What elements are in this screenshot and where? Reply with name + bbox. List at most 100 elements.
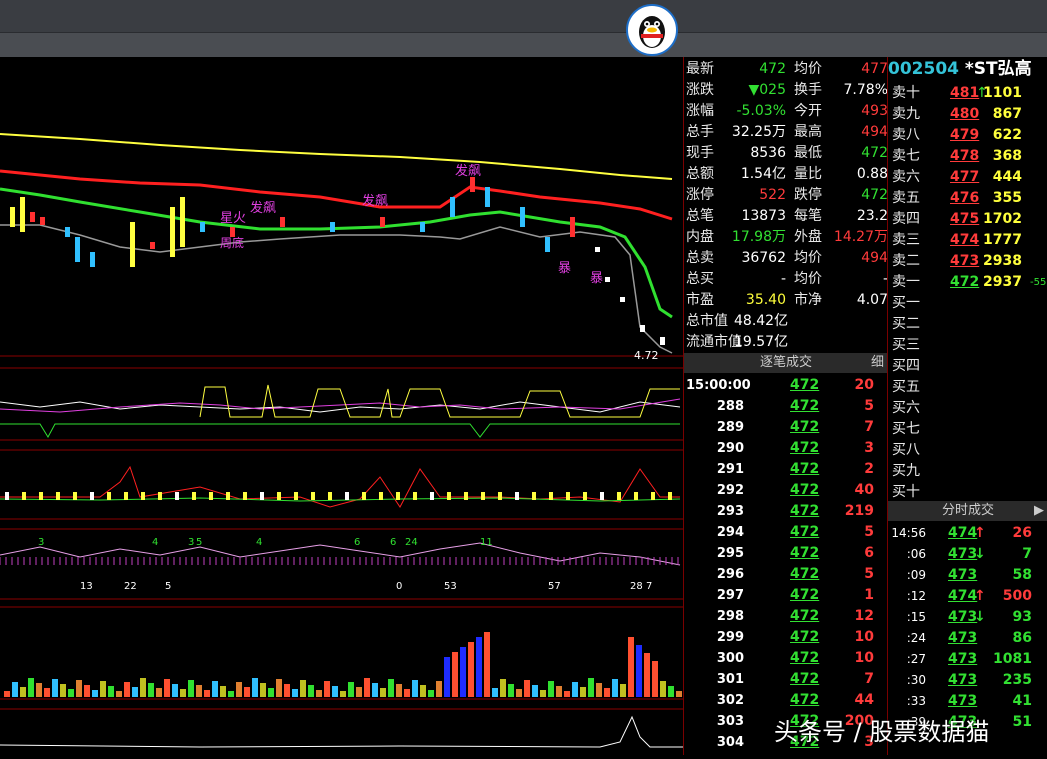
- p4-num: 3: [38, 537, 44, 548]
- minute-volume: 235: [1002, 672, 1032, 688]
- quote-value: 17.98万: [731, 229, 786, 245]
- p4-num: 53: [444, 581, 457, 592]
- p4-num: 7: [646, 581, 652, 592]
- indicator2-white-line: [0, 401, 681, 413]
- tick-volume: 10: [854, 650, 874, 666]
- ask-price: 473: [950, 253, 980, 269]
- volume-bar: [108, 686, 114, 697]
- minute-time: :27: [906, 652, 926, 666]
- volume-bar: [372, 683, 378, 697]
- tick-row: 291 472 2: [686, 459, 886, 480]
- volume-bar: [92, 690, 98, 697]
- quote-value: 35.40: [745, 292, 786, 308]
- quote-value2: 493: [861, 103, 888, 119]
- bid-row: 买三: [892, 335, 1047, 356]
- p4-num: 24: [405, 537, 418, 548]
- tick-price: 472: [790, 587, 820, 603]
- volume-bar: [52, 679, 58, 697]
- stock-name: *ST弘高: [964, 59, 1032, 79]
- candle: [380, 217, 385, 227]
- quote-row: 总卖 36762 均价 494: [686, 248, 888, 269]
- quote-value2: 7.78%: [843, 82, 888, 98]
- quote-label: 最新: [686, 61, 714, 77]
- candle: [330, 222, 335, 232]
- volume-bar: [412, 680, 418, 697]
- annotation-fabiao-2: 发飙: [250, 200, 276, 216]
- candle: [280, 217, 285, 227]
- quote-label: 总卖: [686, 250, 714, 266]
- volume-bar: [236, 682, 242, 697]
- kline-chart-area[interactable]: 发飙 星火 发飙 发飙 周底 暴 暴 4.72 3 4 3 5 4 6 6 24…: [0, 57, 683, 755]
- indicator3-red-line: [0, 465, 680, 508]
- ask-label: 卖五: [892, 190, 920, 206]
- annotation-fabiao-3: 发飙: [362, 193, 388, 209]
- ask-label: 卖十: [892, 85, 920, 101]
- candle: [450, 197, 455, 217]
- tick-price: 472: [790, 671, 820, 687]
- minute-row: :27 473 1081: [890, 649, 1046, 670]
- tick-row: 293 472 219: [686, 501, 886, 522]
- expand-arrow-icon[interactable]: ▶: [1034, 501, 1044, 521]
- indicator3-bar: [5, 492, 9, 500]
- quote-value: 1.54亿: [740, 166, 786, 182]
- tick-time: 302: [716, 693, 744, 708]
- minute-volume: 26: [1012, 525, 1032, 541]
- volume-bar: [452, 652, 458, 697]
- volume-bar: [140, 678, 146, 697]
- tick-price: 472: [790, 692, 820, 708]
- toolbar-strip: [0, 32, 1047, 57]
- volume-bar: [356, 687, 362, 697]
- qq-penguin-logo[interactable]: [626, 4, 678, 56]
- tick-price: 472: [790, 503, 820, 519]
- volume-bar: [548, 681, 554, 697]
- volume-bar: [348, 682, 354, 697]
- tick-price: 472: [790, 377, 820, 393]
- volume-bar: [404, 689, 410, 697]
- quote-label2: 每笔: [794, 208, 822, 224]
- bid-row: 买二: [892, 314, 1047, 335]
- indicator3-bar: [481, 492, 485, 500]
- candle: [30, 212, 35, 222]
- tick-time: 304: [716, 735, 744, 750]
- quote-label2: 今开: [794, 103, 822, 119]
- volume-bar: [612, 679, 618, 697]
- minute-price: 473: [948, 630, 978, 646]
- up-arrow-icon: ↑: [974, 588, 986, 604]
- ask-price: 472: [950, 274, 980, 290]
- kline-chart[interactable]: 发飙 星火 发飙 发飙 周底 暴 暴 4.72 3 4 3 5 4 6 6 24…: [0, 57, 683, 755]
- indicator3-bar: [379, 492, 383, 500]
- volume-bar: [148, 683, 154, 697]
- indicator3-bar: [549, 492, 553, 500]
- bid-label: 买四: [892, 358, 920, 374]
- p4-num: 28: [630, 581, 643, 592]
- tick-trade-header[interactable]: 逐笔成交 细: [684, 353, 888, 373]
- volume-bar: [124, 682, 130, 697]
- volume-bar: [420, 685, 426, 697]
- p4-num: 3: [188, 537, 194, 548]
- indicator3-bar: [39, 492, 43, 500]
- ask-price: 475: [950, 211, 980, 227]
- minute-trade-header[interactable]: 分时成交 ▶: [888, 501, 1047, 521]
- quote-label: 内盘: [686, 229, 714, 245]
- tick-row: 297 472 1: [686, 585, 886, 606]
- tick-volume: 5: [864, 566, 874, 582]
- volume-bar: [220, 686, 226, 697]
- candle: [75, 237, 80, 262]
- p4-num: 22: [124, 581, 137, 592]
- top-toolbar: [0, 0, 1047, 57]
- tick-time: 298: [716, 609, 744, 624]
- minute-volume: 7: [1022, 546, 1032, 562]
- candle: [90, 252, 95, 267]
- volume-bar: [604, 688, 610, 697]
- volume-bar: [644, 653, 650, 697]
- volume-bar: [332, 686, 338, 697]
- detail-button[interactable]: 细: [871, 353, 884, 373]
- minute-row: :30 473 235: [890, 670, 1046, 691]
- indicator3-bar: [107, 492, 111, 500]
- ask-row: 卖三 474 1777: [892, 230, 1047, 251]
- candle: [180, 197, 185, 247]
- tick-time: 296: [716, 567, 744, 582]
- indicator3-bar: [634, 492, 638, 500]
- candle: [605, 277, 610, 282]
- minute-price: 473: [948, 693, 978, 709]
